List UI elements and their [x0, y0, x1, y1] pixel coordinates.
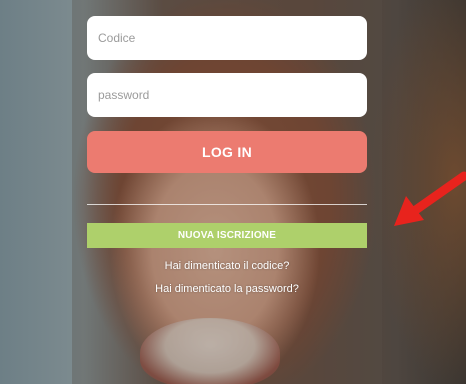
password-field[interactable]: [87, 73, 367, 117]
password-input[interactable]: [98, 88, 367, 102]
code-input[interactable]: [98, 31, 367, 45]
divider: [87, 204, 367, 205]
arrow-icon: [394, 171, 466, 226]
login-button[interactable]: LOG IN: [87, 131, 367, 173]
forgot-code-link[interactable]: Hai dimenticato il codice?: [87, 260, 367, 272]
code-field[interactable]: [87, 16, 367, 60]
forgot-password-link[interactable]: Hai dimenticato la password?: [87, 283, 367, 295]
new-registration-button[interactable]: NUOVA ISCRIZIONE: [87, 223, 367, 248]
